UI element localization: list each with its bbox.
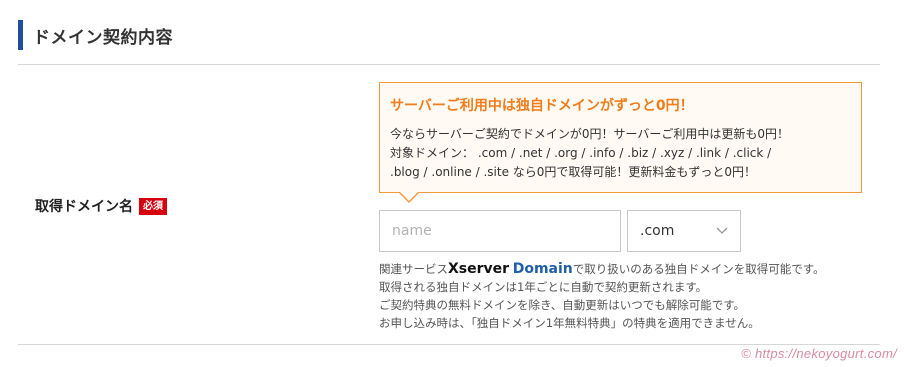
xserver-brand-text: Xserver	[448, 261, 510, 277]
domain-name-input[interactable]	[379, 210, 621, 252]
watermark: © https://nekoyogurt.com/	[741, 346, 897, 361]
promo-callout-pointer-fill	[400, 192, 418, 201]
promo-line: 対象ドメイン： .com / .net / .org / .info / .bi…	[390, 146, 772, 160]
promo-callout: サーバーご利用中は独自ドメインがずっと0円！ 今ならサーバーご契約でドメインが0…	[379, 82, 862, 193]
section-heading: ドメイン契約内容	[18, 20, 173, 50]
domain-notes: 関連サービスXserver Domainで取り扱いのある独自ドメインを取得可能で…	[379, 260, 825, 332]
tld-select[interactable]: .com	[627, 210, 741, 252]
notes-line-2: 取得される独自ドメインは1年ごとに自動で契約更新されます。	[379, 280, 708, 294]
divider-top	[18, 64, 880, 65]
notes-line1-prefix: 関連サービス	[379, 262, 448, 276]
promo-headline: サーバーご利用中は独自ドメインがずっと0円！	[390, 98, 694, 114]
tld-selected-value: .com	[640, 223, 675, 239]
domain-brand-text: Domain	[512, 261, 573, 277]
domain-name-label: 取得ドメイン名 必須	[35, 196, 167, 216]
required-badge: 必須	[139, 197, 167, 215]
notes-line-4: お申し込み時は、「独自ドメイン1年無料特典」の特典を適用できません。	[379, 316, 760, 330]
section-title: ドメイン契約内容	[33, 27, 173, 48]
promo-line: .blog / .online / .site なら0円で取得可能！更新料金もず…	[390, 165, 757, 179]
domain-contract-page: ドメイン契約内容 取得ドメイン名 必須 サーバーご利用中は独自ドメインがずっと0…	[0, 0, 905, 367]
notes-line-1: 関連サービスXserver Domainで取り扱いのある独自ドメインを取得可能で…	[379, 260, 825, 278]
chevron-down-icon	[716, 227, 728, 234]
domain-name-label-text: 取得ドメイン名	[35, 199, 133, 215]
notes-line1-suffix: で取り扱いのある独自ドメインを取得可能です。	[572, 262, 825, 276]
notes-line-3: ご契約特典の無料ドメインを除き、自動更新はいつでも解除可能です。	[379, 298, 746, 312]
divider-bottom	[18, 344, 880, 345]
heading-accent-bar	[18, 20, 23, 50]
promo-line: 今ならサーバーご契約でドメインが0円！サーバーご利用中は更新も0円！	[390, 127, 790, 141]
